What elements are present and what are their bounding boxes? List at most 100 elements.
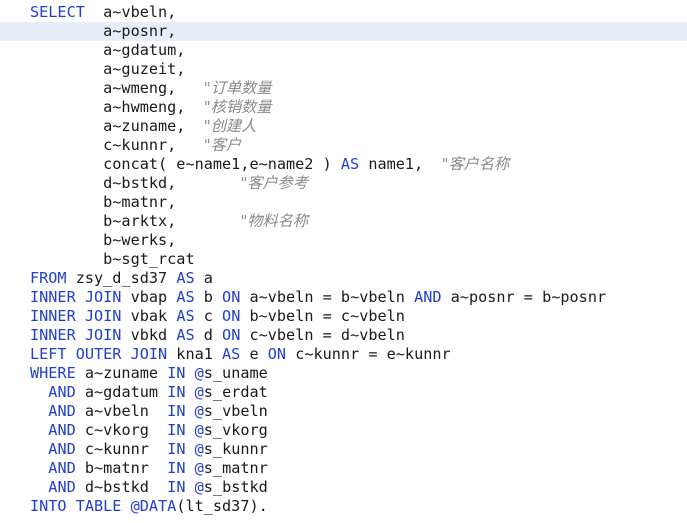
code-text: d~bstkd	[75, 478, 168, 496]
code-text: c~vbeln = d~vbeln	[240, 326, 405, 344]
code-line[interactable]: a~zuname, "创建人	[0, 117, 687, 136]
code-keyword: INNER JOIN	[30, 307, 122, 325]
code-comment: "客户	[203, 136, 242, 154]
code-keyword: ON	[222, 288, 241, 306]
code-keyword: @	[194, 402, 204, 420]
code-keyword: AS	[176, 269, 195, 287]
code-keyword: AS	[176, 307, 195, 325]
code-line[interactable]: a~guzeit,	[0, 60, 687, 79]
code-text: b~werks,	[30, 231, 177, 249]
code-line[interactable]: d~bstkd, "客户参考	[0, 174, 687, 193]
code-keyword: IN	[167, 421, 186, 439]
code-keyword: LEFT OUTER JOIN	[30, 345, 168, 363]
code-text: c	[194, 307, 223, 325]
code-text: s_bstkd	[203, 478, 268, 496]
code-line[interactable]: concat( e~name1,e~name2 ) AS name1, "客户名…	[0, 155, 687, 174]
code-line[interactable]: INTO TABLE @DATA(lt_sd37).	[0, 497, 687, 516]
code-keyword: FROM	[30, 269, 67, 287]
code-line[interactable]: FROM zsy_d_sd37 AS a	[0, 269, 687, 288]
code-text: a~vbeln	[75, 402, 168, 420]
code-text: d~bstkd,	[30, 174, 241, 192]
code-line[interactable]: AND a~gdatum IN @s_erdat	[0, 383, 687, 402]
code-text: c~kunnr	[75, 440, 168, 458]
code-keyword: AS	[176, 326, 195, 344]
code-text: kna1	[167, 345, 223, 363]
code-line[interactable]: INNER JOIN vbak AS c ON b~vbeln = c~vbel…	[0, 307, 687, 326]
code-keyword: AND	[48, 402, 76, 420]
code-line[interactable]: a~wmeng, "订单数量	[0, 79, 687, 98]
code-keyword: AND	[48, 459, 76, 477]
code-text: vbap	[121, 288, 177, 306]
code-text: c~vkorg	[75, 421, 168, 439]
code-line[interactable]: b~matnr,	[0, 193, 687, 212]
code-text: a~gdatum,	[30, 41, 186, 59]
code-text: a~zuname	[75, 364, 168, 382]
code-keyword: IN	[167, 402, 186, 420]
code-comment: "核销数量	[203, 98, 272, 116]
code-text: zsy_d_sd37	[66, 269, 177, 287]
code-text: b~vbeln = c~vbeln	[240, 307, 405, 325]
code-line[interactable]: b~sgt_rcat	[0, 250, 687, 269]
code-keyword: INNER JOIN	[30, 326, 122, 344]
code-text: b~arktx,	[30, 212, 241, 230]
code-comment: "订单数量	[203, 79, 272, 97]
code-keyword: AND	[414, 288, 442, 306]
code-text: s_matnr	[203, 459, 268, 477]
code-keyword: AND	[48, 421, 76, 439]
code-keyword: ON	[222, 326, 241, 344]
code-text: s_uname	[203, 364, 268, 382]
code-text: b~matnr,	[30, 193, 177, 211]
code-line[interactable]: a~hwmeng, "核销数量	[0, 98, 687, 117]
code-line[interactable]: AND c~kunnr IN @s_kunnr	[0, 440, 687, 459]
code-line[interactable]: c~kunnr, "客户	[0, 136, 687, 155]
code-keyword: INNER JOIN	[30, 288, 122, 306]
code-line[interactable]: INNER JOIN vbkd AS d ON c~vbeln = d~vbel…	[0, 326, 687, 345]
code-text: e	[240, 345, 268, 363]
code-keyword: @	[194, 459, 204, 477]
code-line[interactable]: AND a~vbeln IN @s_vbeln	[0, 402, 687, 421]
code-line[interactable]: AND d~bstkd IN @s_bstkd	[0, 478, 687, 497]
code-keyword: IN	[167, 478, 186, 496]
code-keyword: AS	[176, 288, 195, 306]
code-text: c~kunnr = e~kunnr	[286, 345, 451, 363]
code-comment: "客户参考	[240, 174, 309, 192]
code-text: s_kunnr	[203, 440, 268, 458]
code-keyword: @	[194, 440, 204, 458]
code-line[interactable]: WHERE a~zuname IN @s_uname	[0, 364, 687, 383]
code-line[interactable]: a~gdatum,	[0, 41, 687, 60]
code-line[interactable]: AND b~matnr IN @s_matnr	[0, 459, 687, 478]
code-text: a~vbeln,	[84, 3, 177, 21]
code-keyword: @DATA	[130, 497, 177, 515]
code-keyword: ON	[222, 307, 241, 325]
code-keyword: IN	[167, 383, 186, 401]
code-line[interactable]: INNER JOIN vbap AS b ON a~vbeln = b~vbel…	[0, 288, 687, 307]
code-keyword: IN	[167, 459, 186, 477]
code-keyword: AND	[48, 478, 76, 496]
code-line[interactable]: b~arktx, "物料名称	[0, 212, 687, 231]
code-text: a~vbeln = b~vbeln	[240, 288, 415, 306]
code-line[interactable]: b~werks,	[0, 231, 687, 250]
code-keyword: ON	[267, 345, 287, 363]
code-text: a~posnr = b~posnr	[441, 288, 607, 306]
code-editor[interactable]: SELECT a~vbeln, a~posnr, a~gdatum, a~guz…	[0, 0, 687, 523]
code-line[interactable]: a~posnr,	[0, 22, 687, 41]
code-comment: "物料名称	[240, 212, 309, 230]
code-text: a~zuname,	[30, 117, 204, 135]
code-line[interactable]: SELECT a~vbeln,	[0, 3, 687, 22]
code-text: (lt_sd37).	[176, 497, 268, 515]
code-keyword: IN	[167, 364, 186, 382]
code-line[interactable]: AND c~vkorg IN @s_vkorg	[0, 421, 687, 440]
code-comment: "创建人	[203, 117, 257, 135]
code-line[interactable]: LEFT OUTER JOIN kna1 AS e ON c~kunnr = e…	[0, 345, 687, 364]
code-keyword: IN	[167, 440, 186, 458]
code-text: b~matnr	[75, 459, 168, 477]
code-keyword: @	[194, 478, 204, 496]
